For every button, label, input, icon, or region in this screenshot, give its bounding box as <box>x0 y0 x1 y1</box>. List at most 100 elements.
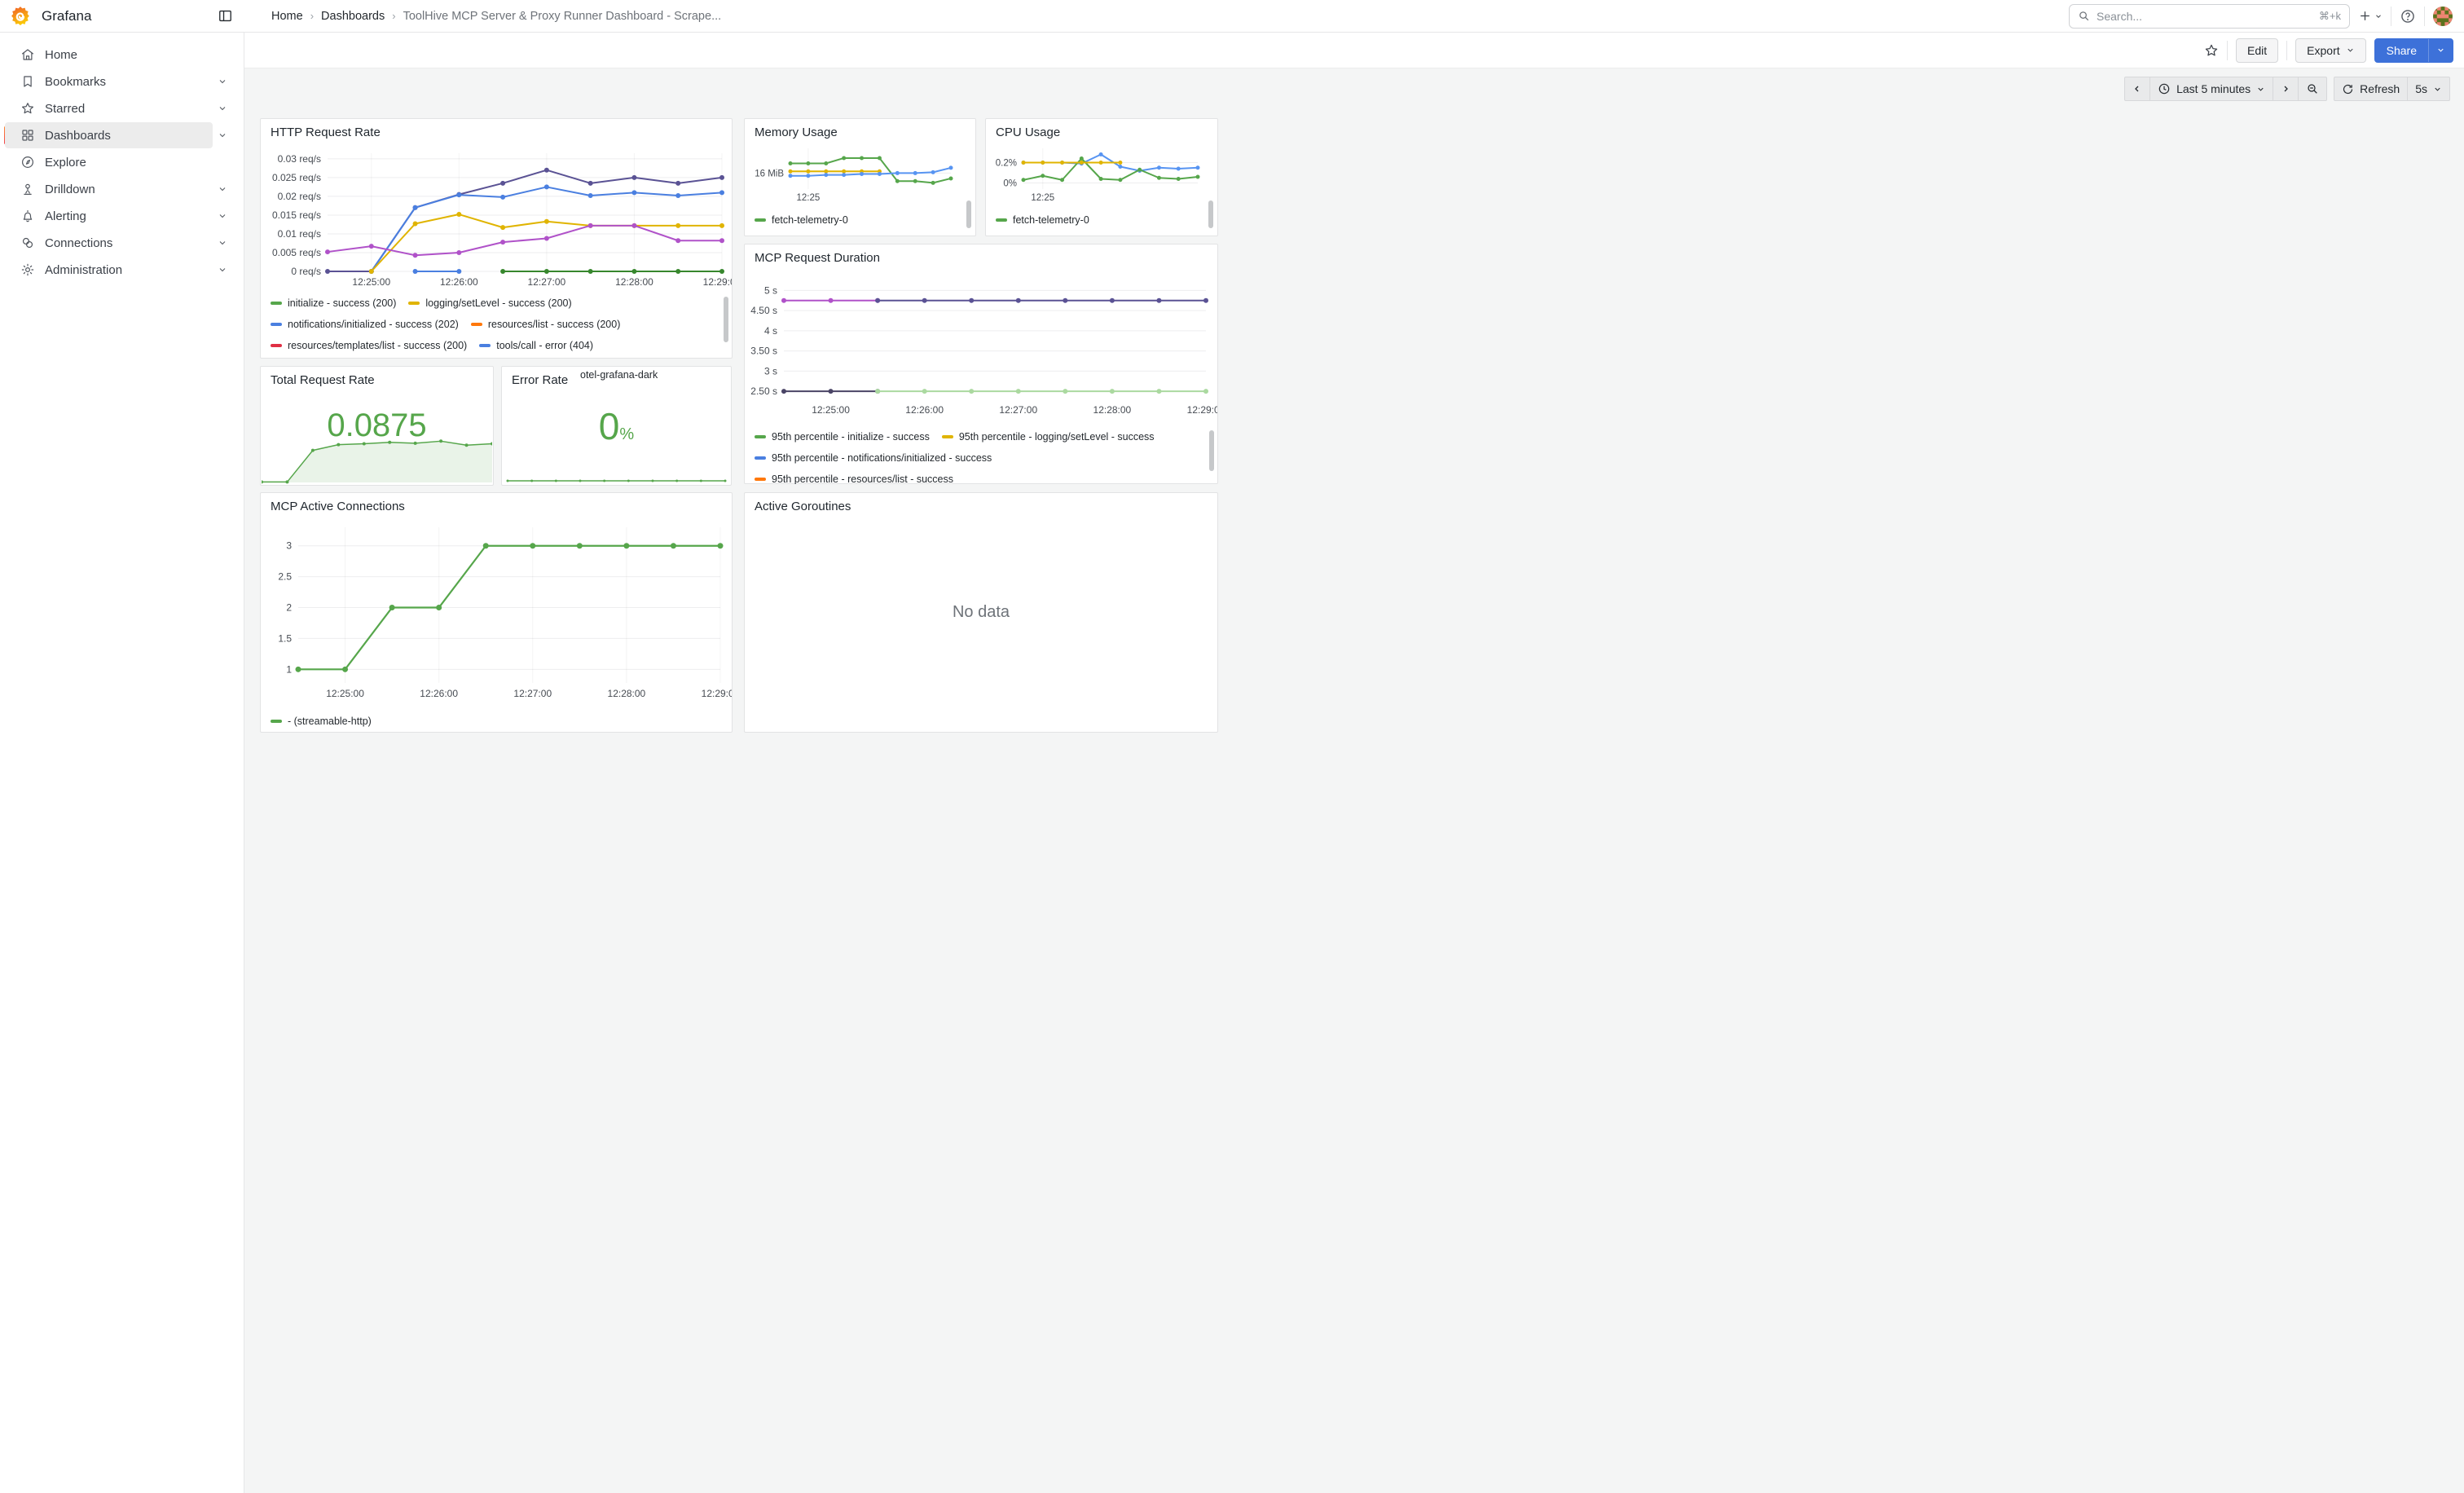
svg-text:12:26:00: 12:26:00 <box>440 276 478 288</box>
sidebar-item-label: Home <box>45 48 77 62</box>
edit-button[interactable]: Edit <box>2236 38 2278 63</box>
panel-title[interactable]: MCP Request Duration <box>755 251 880 265</box>
svg-text:12:25:00: 12:25:00 <box>812 404 850 416</box>
svg-text:2.5: 2.5 <box>278 571 292 583</box>
zoom-out-button[interactable] <box>2298 77 2327 101</box>
sidebar-link-bookmarks[interactable]: Bookmarks <box>5 68 213 95</box>
chevron-down-icon[interactable] <box>218 184 227 194</box>
chevron-down-icon <box>2256 85 2265 94</box>
mcp-request-duration-chart[interactable]: 5 s4.50 s4 s3.50 s3 s2.50 s12:25:0012:26… <box>745 267 1217 422</box>
memory-usage-chart[interactable]: 16 MiB12:25 <box>745 142 975 204</box>
sidebar-link-drilldown[interactable]: Drilldown <box>5 176 213 202</box>
sidebar-link-home[interactable]: Home <box>5 42 213 68</box>
search-input[interactable]: Search... ⌘+k <box>2069 4 2350 29</box>
share-button[interactable]: Share <box>2375 39 2428 62</box>
legend-item[interactable]: tools/call - success (200) <box>271 357 400 359</box>
chevron-down-icon[interactable] <box>218 130 227 140</box>
svg-text:12:26:00: 12:26:00 <box>420 688 458 699</box>
panel-title[interactable]: MCP Active Connections <box>271 500 405 513</box>
time-shift-forward-button[interactable] <box>2273 77 2299 101</box>
time-shift-back-button[interactable] <box>2124 77 2150 101</box>
legend-item[interactable]: logging/setLevel - success (200) <box>408 293 571 313</box>
star-dashboard-button[interactable] <box>2204 43 2219 58</box>
chevron-down-icon[interactable] <box>218 77 227 86</box>
time-controls: Last 5 minutes Refresh 5s <box>2124 77 2450 101</box>
legend-item[interactable]: - (streamable-http) <box>271 711 372 731</box>
sidebar-link-connections[interactable]: Connections <box>5 230 213 256</box>
legend-item[interactable]: 95th percentile - notifications/initiali… <box>755 448 992 468</box>
sidebar-item-bookmarks: Bookmarks <box>0 68 244 95</box>
sidebar-link-administration[interactable]: Administration <box>5 257 213 283</box>
svg-text:0.2%: 0.2% <box>996 159 1017 169</box>
svg-text:12:29:00: 12:29:00 <box>702 688 732 699</box>
sidebar-link-starred[interactable]: Starred <box>5 95 213 121</box>
sidebar-item-alerting: Alerting <box>0 203 244 229</box>
sidebar-item-dashboards: Dashboards <box>0 122 244 148</box>
legend-item[interactable]: fetch-telemetry-0 <box>755 210 848 230</box>
panel-mcp-active-connections: MCP Active Connections 11.522.5312:25:00… <box>260 492 733 733</box>
sidebar-item-label: Explore <box>45 156 86 170</box>
legend-item[interactable]: 95th percentile - logging/setLevel - suc… <box>942 427 1155 447</box>
legend-item[interactable]: resources/list - success (200) <box>471 315 621 334</box>
legend-item[interactable]: unknown - success (200) <box>551 357 681 359</box>
grafana-logo-icon[interactable] <box>10 6 31 27</box>
svg-text:0.01 req/s: 0.01 req/s <box>278 228 321 240</box>
svg-text:12:29:00: 12:29:00 <box>703 276 732 288</box>
legend-scrollbar[interactable] <box>724 297 728 342</box>
zoom-out-icon <box>2306 82 2319 95</box>
legend-item[interactable]: tools/list - success (200) <box>412 357 539 359</box>
sidebar-link-explore[interactable]: Explore <box>5 149 213 175</box>
legend-scrollbar[interactable] <box>1209 430 1214 471</box>
svg-text:16 MiB: 16 MiB <box>755 169 784 178</box>
legend-item[interactable]: initialize - success (200) <box>271 293 396 313</box>
panel-title[interactable]: CPU Usage <box>996 126 1060 139</box>
chevron-down-icon[interactable] <box>218 103 227 113</box>
breadcrumb-dashboards[interactable]: Dashboards <box>321 10 385 23</box>
panel-title[interactable]: Memory Usage <box>755 126 838 139</box>
refresh-button[interactable]: Refresh <box>2334 77 2408 101</box>
chevron-down-icon[interactable] <box>218 211 227 221</box>
sidebar-link-dashboards[interactable]: Dashboards <box>5 122 213 148</box>
sidebar-item-label: Connections <box>45 236 112 250</box>
chevron-down-icon[interactable] <box>218 265 227 275</box>
dock-menu-icon[interactable] <box>218 8 233 24</box>
star-icon <box>20 101 35 116</box>
grid-icon <box>20 128 35 143</box>
legend-item[interactable]: resources/templates/list - success (200) <box>271 336 467 355</box>
mcp-active-connections-chart[interactable]: 11.522.5312:25:0012:26:0012:27:0012:28:0… <box>261 516 732 707</box>
svg-text:2: 2 <box>286 602 292 614</box>
cpu-usage-chart[interactable]: 0.2%0%12:25 <box>986 142 1217 204</box>
legend-item[interactable]: 95th percentile - initialize - success <box>755 427 930 447</box>
share-dropdown-button[interactable] <box>2428 39 2453 62</box>
divider <box>2424 7 2425 26</box>
duration-legend: 95th percentile - initialize - success95… <box>755 425 1206 484</box>
panel-title[interactable]: HTTP Request Rate <box>271 126 381 139</box>
panel-scrollbar[interactable] <box>1208 200 1213 228</box>
sidebar-item-label: Drilldown <box>45 183 95 196</box>
svg-text:0.03 req/s: 0.03 req/s <box>278 153 321 165</box>
legend-item[interactable]: notifications/initialized - success (202… <box>271 315 459 334</box>
chevron-down-icon[interactable] <box>218 238 227 248</box>
time-range-picker[interactable]: Last 5 minutes <box>2149 77 2273 101</box>
sidebar-link-alerting[interactable]: Alerting <box>5 203 213 229</box>
breadcrumb-home[interactable]: Home <box>271 10 303 23</box>
legend-item[interactable]: fetch-telemetry-0 <box>996 210 1089 230</box>
sidebar-item-starred: Starred <box>0 95 244 121</box>
series-annotation: otel-grafana-dark <box>580 369 658 381</box>
legend-item[interactable]: tools/call - error (404) <box>479 336 593 355</box>
legend-item[interactable]: 95th percentile - resources/list - succe… <box>755 469 953 484</box>
breadcrumb-current: ToolHive MCP Server & Proxy Runner Dashb… <box>403 10 722 23</box>
http-request-rate-chart[interactable]: 0 req/s0.005 req/s0.01 req/s0.015 req/s0… <box>261 142 732 293</box>
export-button[interactable]: Export <box>2295 38 2365 63</box>
user-avatar[interactable] <box>2433 7 2453 26</box>
add-new-button[interactable] <box>2358 9 2383 23</box>
refresh-interval-picker[interactable]: 5s <box>2407 77 2450 101</box>
search-placeholder: Search... <box>2097 10 2312 23</box>
help-button[interactable] <box>2400 8 2416 24</box>
panel-scrollbar[interactable] <box>966 200 971 228</box>
svg-text:0.02 req/s: 0.02 req/s <box>278 191 321 202</box>
dashboard-toolbar: Edit Export Share <box>244 33 2464 68</box>
breadcrumb: Home › Dashboards › ToolHive MCP Server … <box>244 10 721 23</box>
links-icon <box>20 236 35 250</box>
topbar-actions: Search... ⌘+k <box>2069 4 2464 29</box>
